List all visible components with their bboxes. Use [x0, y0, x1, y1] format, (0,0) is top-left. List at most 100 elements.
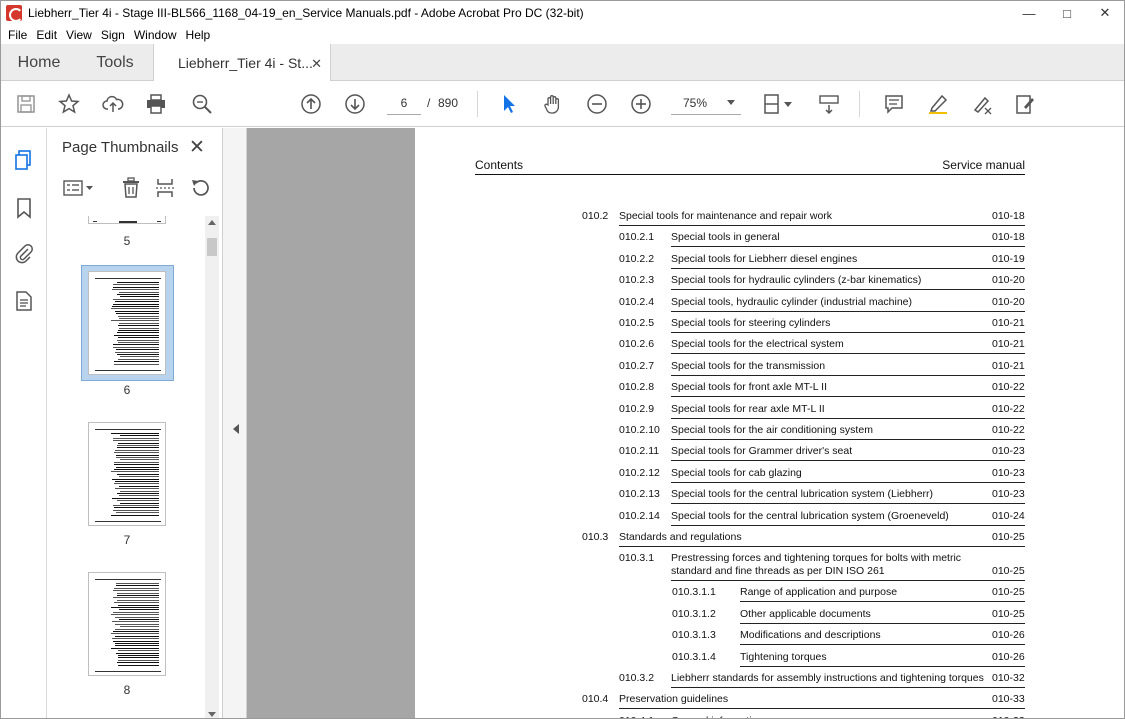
save-icon[interactable]	[13, 91, 39, 117]
thumb-text-line	[113, 640, 159, 642]
zoom-in-icon[interactable]	[628, 91, 654, 117]
thumb-text-line	[117, 354, 159, 355]
toc-entry[interactable]: 010.3.1.4 Tightening torques 010-26	[415, 651, 1124, 672]
toc-entry-page: 010-23	[992, 445, 1025, 458]
bookmarks-icon[interactable]	[12, 196, 36, 220]
zoom-level-dropdown[interactable]: 75%	[671, 91, 741, 115]
menu-edit[interactable]: Edit	[36, 28, 57, 42]
toc-entry-page: 010-21	[992, 317, 1025, 329]
toc-entry-page: 010-25	[992, 607, 1025, 620]
keyboard-scroll-icon[interactable]	[816, 91, 842, 117]
toc-entry[interactable]: 010.2.14 Special tools for the central lu…	[415, 510, 1124, 531]
print-icon[interactable]	[143, 91, 169, 117]
toc-entry[interactable]: 010.2.11 Special tools for Grammer driver…	[415, 445, 1124, 466]
extract-page-icon[interactable]	[153, 177, 177, 199]
zoom-out-icon[interactable]	[584, 91, 610, 117]
thumb-text-line	[111, 308, 159, 310]
toc-entry[interactable]: 010.3 Standards and regulations 010-25	[415, 531, 1124, 552]
toc-entry-rule	[740, 665, 1025, 667]
toc-entry-page: 010-22	[992, 381, 1025, 394]
page-thumbnail[interactable]	[88, 572, 166, 676]
menu-view[interactable]: View	[66, 28, 92, 42]
select-cursor-icon[interactable]	[496, 91, 522, 117]
window-title: Liebherr_Tier 4i - Stage III-BL566_1168_…	[28, 6, 584, 20]
next-page-icon[interactable]	[342, 91, 368, 117]
delete-page-icon[interactable]	[119, 177, 143, 199]
toc-entry[interactable]: 010.2.2 Special tools for Liebherr diesel…	[415, 253, 1124, 274]
toc-entry[interactable]: 010.4.1 General information 010-33	[415, 715, 1124, 718]
page-thumbnail-label: 5	[123, 234, 131, 248]
toc-entry-rule	[671, 374, 1025, 376]
attachments-icon[interactable]	[12, 242, 36, 266]
rotate-page-icon[interactable]	[188, 177, 212, 199]
toc-entry[interactable]: 010.2.6 Special tools for the electrical …	[415, 338, 1124, 359]
fill-sign-icon[interactable]	[1012, 91, 1038, 117]
toc-entry[interactable]: 010.3.1.3 Modifications and descriptions 0…	[415, 629, 1124, 650]
toc-entry[interactable]: 010.3.2 Liebherr standards for assembly i…	[415, 672, 1124, 693]
acrobat-window: Liebherr_Tier 4i - Stage III-BL566_1168_…	[0, 0, 1125, 719]
panel-collapse-handle[interactable]	[223, 128, 247, 718]
thumb-text-line	[117, 445, 159, 446]
toc-entry-title: General information	[671, 715, 763, 718]
maximize-button[interactable]: □	[1048, 1, 1086, 25]
toc-entry-number: 010.3.1.2	[672, 607, 716, 620]
scroll-down-icon[interactable]	[208, 712, 216, 717]
scrollbar-thumb[interactable]	[207, 238, 217, 256]
toc-entry[interactable]: 010.2.9 Special tools for rear axle MT-L …	[415, 403, 1124, 424]
menu-sign[interactable]: Sign	[101, 28, 125, 42]
menu-window[interactable]: Window	[134, 28, 177, 42]
thumb-text-line	[113, 286, 159, 288]
comment-icon[interactable]	[881, 91, 907, 117]
thumbnail-options-icon[interactable]	[61, 177, 97, 199]
toc-entry[interactable]: 010.4 Preservation guidelines 010-33	[415, 693, 1124, 714]
document-properties-icon[interactable]	[12, 289, 36, 313]
fit-page-icon[interactable]	[760, 91, 798, 117]
thumbnail-scrollbar[interactable]	[205, 216, 219, 718]
page-thumbnails-icon[interactable]	[12, 148, 36, 172]
tab-document[interactable]: Liebherr_Tier 4i - St... ✕	[153, 44, 331, 81]
sign-pen-icon[interactable]	[969, 91, 995, 117]
header-rule	[475, 174, 1025, 175]
page-thumbnail[interactable]	[88, 271, 166, 375]
bookmark-star-icon[interactable]	[56, 91, 82, 117]
thumb-text-line	[113, 631, 159, 632]
toc-entry-title: Range of application and purpose	[740, 586, 898, 599]
toc-entry[interactable]: 010.2 Special tools for maintenance and r…	[415, 210, 1124, 231]
toc-entry[interactable]: 010.2.8 Special tools for front axle MT-L…	[415, 381, 1124, 402]
highlight-pen-icon[interactable]	[925, 91, 951, 117]
toc-entry[interactable]: 010.2.10 Special tools for the air condit…	[415, 424, 1124, 445]
thumb-text-line	[118, 337, 159, 339]
page-number-input[interactable]	[387, 91, 421, 115]
page-thumbnail[interactable]	[88, 216, 166, 224]
chevron-down-icon	[727, 100, 735, 105]
page-thumbnail[interactable]	[88, 422, 166, 526]
menu-help[interactable]: Help	[186, 28, 211, 42]
thumb-text-line	[114, 452, 159, 454]
previous-page-icon[interactable]	[298, 91, 324, 117]
close-panel-icon[interactable]: ✕	[189, 136, 205, 159]
toc-entry[interactable]: 010.2.3 Special tools for hydraulic cylin…	[415, 274, 1124, 295]
thumb-text-line	[119, 485, 159, 487]
close-tab-icon[interactable]: ✕	[311, 56, 322, 72]
toc-entry[interactable]: 010.2.4 Special tools, hydraulic cylinder…	[415, 296, 1124, 317]
hand-tool-icon[interactable]	[540, 91, 566, 117]
toc-entry[interactable]: 010.2.7 Special tools for the transmissio…	[415, 360, 1124, 381]
upload-cloud-icon[interactable]	[100, 91, 126, 117]
toc-entry[interactable]: 010.2.5 Special tools for steering cylind…	[415, 317, 1124, 338]
tab-tools[interactable]: Tools	[77, 44, 153, 81]
thumb-text-line	[119, 619, 159, 620]
thumb-text-line	[111, 633, 159, 635]
thumb-text-line	[120, 459, 159, 461]
toc-entry[interactable]: 010.2.12 Special tools for cab glazing 010…	[415, 467, 1124, 488]
toc-entry[interactable]: 010.3.1.1 Range of application and purpos…	[415, 586, 1124, 607]
menu-file[interactable]: File	[8, 28, 27, 42]
toc-entry[interactable]: 010.3.1.2 Other applicable documents 010-2…	[415, 608, 1124, 629]
minimize-button[interactable]: —	[1010, 1, 1048, 25]
toc-entry[interactable]: 010.2.13 Special tools for the central lu…	[415, 488, 1124, 509]
toc-entry[interactable]: 010.3.1 Prestressing forces and tightenin…	[415, 552, 1124, 586]
zoom-search-icon[interactable]	[189, 91, 215, 117]
scroll-up-icon[interactable]	[208, 220, 216, 225]
toc-entry[interactable]: 010.2.1 Special tools in general 010-18	[415, 231, 1124, 252]
tab-home[interactable]: Home	[1, 44, 77, 81]
close-window-button[interactable]: ✕	[1086, 1, 1124, 25]
